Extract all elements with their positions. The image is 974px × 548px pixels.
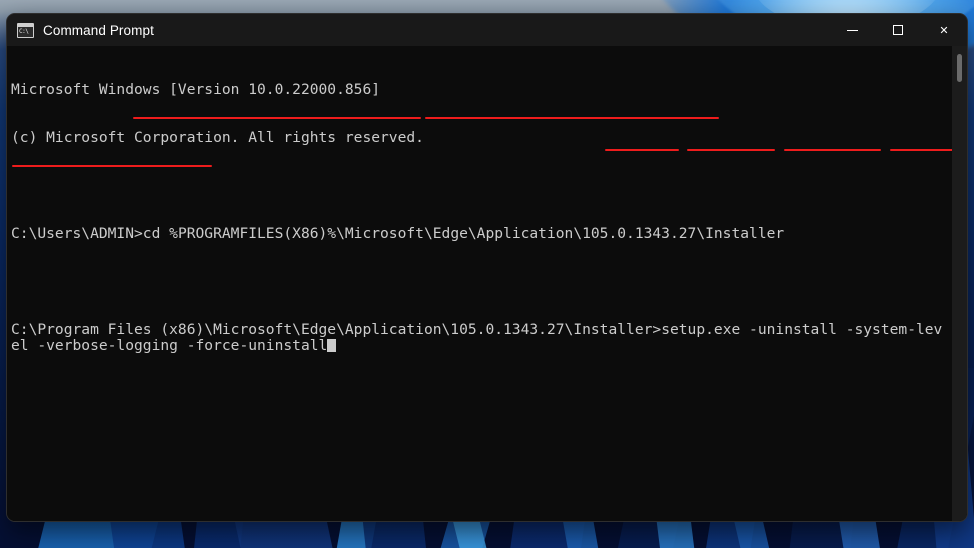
console-line-blank-1 (11, 178, 945, 194)
console-line-blank-2 (11, 274, 945, 290)
console-text-buffer: Microsoft Windows [Version 10.0.22000.85… (11, 50, 945, 386)
maximize-icon (893, 25, 903, 35)
console-scrollbar[interactable] (952, 46, 967, 521)
maximize-button[interactable] (875, 14, 921, 46)
command-prompt-icon-label: C:\ (19, 27, 29, 35)
minimize-icon (846, 29, 858, 31)
prompt-path-1: C:\Users\ADMIN> (11, 225, 143, 242)
console-line-banner-2: (c) Microsoft Corporation. All rights re… (11, 129, 424, 146)
typed-command-1: cd %PROGRAMFILES(X86)%\Microsoft\Edge\Ap… (142, 225, 785, 242)
minimize-button[interactable] (829, 14, 875, 46)
text-cursor (327, 339, 337, 352)
console-line-command-1: C:\Users\ADMIN>cd %PROGRAMFILES(X86)%\Mi… (11, 226, 945, 242)
command-prompt-icon: C:\ (17, 22, 34, 38)
prompt-path-2: C:\Program Files (x86)\Microsoft\Edge\Ap… (11, 321, 662, 338)
window-titlebar[interactable]: C:\ Command Prompt ✕ (7, 14, 967, 46)
console-line-command-2: C:\Program Files (x86)\Microsoft\Edge\Ap… (11, 322, 945, 354)
close-icon: ✕ (939, 23, 949, 37)
desktop-wallpaper: C:\ Command Prompt ✕ Microsoft Windows [… (0, 0, 974, 548)
command-prompt-window[interactable]: C:\ Command Prompt ✕ Microsoft Windows [… (6, 13, 968, 522)
window-title: Command Prompt (43, 22, 154, 38)
console-output-area[interactable]: Microsoft Windows [Version 10.0.22000.85… (7, 46, 967, 521)
close-button[interactable]: ✕ (921, 14, 967, 46)
console-line-banner-1: Microsoft Windows [Version 10.0.22000.85… (11, 81, 381, 98)
window-controls[interactable]: ✕ (829, 14, 967, 46)
console-scrollbar-thumb[interactable] (957, 54, 962, 82)
